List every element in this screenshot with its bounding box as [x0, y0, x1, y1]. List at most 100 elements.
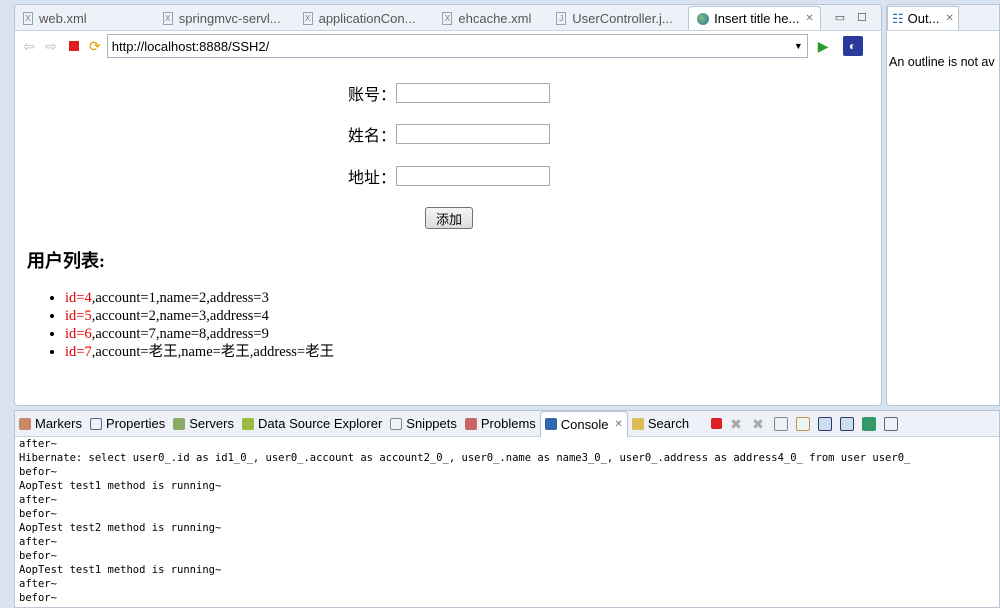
user-list-heading: 用户列表: [27, 251, 105, 271]
tab-snippets[interactable]: Snippets [386, 411, 461, 437]
console-line: after~ [19, 494, 57, 506]
tab-console[interactable]: Console ✕ [539, 411, 628, 437]
display-console-icon[interactable] [884, 416, 899, 431]
list-item: id=6,account=7,name=8,address=9 [65, 325, 334, 343]
show-stderr-icon[interactable] [840, 416, 855, 431]
eclipse-icon[interactable]: ◐ [842, 36, 863, 56]
console-line: after~ [19, 578, 57, 590]
tab-properties[interactable]: Properties [86, 411, 169, 437]
problems-icon [464, 417, 477, 430]
tab-servers[interactable]: Servers [169, 411, 238, 437]
search-icon [631, 417, 644, 430]
address-label: 地址： [347, 170, 396, 187]
browser-toolbar: ⇦ ⇨ ⟳ http://localhost:8888/SSH2/ ▼ ▶ ◐ [15, 31, 881, 61]
url-text: http://localhost:8888/SSH2/ [111, 38, 270, 54]
console-icon [544, 418, 557, 430]
clear-console-icon[interactable] [774, 416, 789, 431]
database-icon [242, 417, 254, 430]
console-line: AopTest test1 method is running~ [19, 480, 222, 492]
tab-browser[interactable]: Insert title he... ✕ [688, 6, 821, 30]
user-details: ,account=老王,name=老王,address=老王 [91, 344, 335, 360]
user-list: id=4,account=1,name=2,address=3 id=5,acc… [65, 289, 334, 361]
tab-label: web.xml [39, 10, 87, 26]
account-input[interactable] [396, 83, 550, 103]
console-line: after~ [19, 438, 57, 450]
tab-label: Search [647, 416, 690, 431]
xml-file-icon: X [442, 11, 453, 25]
tab-web-xml[interactable]: Xweb.xml [15, 6, 155, 30]
terminate-icon[interactable] [711, 418, 723, 429]
tab-search[interactable]: Search [628, 411, 693, 437]
account-label: 账号： [347, 87, 396, 104]
stop-icon[interactable] [69, 41, 79, 51]
remove-launch-icon[interactable]: ✖ [730, 417, 744, 431]
go-icon[interactable]: ▶ [818, 38, 829, 55]
tab-applicationcontext[interactable]: XapplicationCon... [295, 6, 435, 30]
maximize-icon[interactable]: ☐ [857, 11, 867, 24]
tab-problems[interactable]: Problems [461, 411, 540, 437]
name-input[interactable] [396, 124, 550, 144]
tab-label: Out... [907, 11, 940, 26]
address-input[interactable] [396, 166, 550, 186]
tab-label: Snippets [406, 416, 457, 431]
minimize-icon[interactable]: ▭ [835, 11, 845, 24]
refresh-icon[interactable]: ⟳ [89, 38, 101, 55]
remove-all-icon[interactable]: ✖ [752, 417, 766, 431]
forward-icon[interactable]: ⇨ [43, 38, 59, 55]
close-icon[interactable]: ✕ [805, 13, 813, 24]
tab-markers[interactable]: Markers [15, 411, 86, 437]
tab-label: Servers [189, 416, 234, 431]
browser-editor: Xweb.xml Xspringmvc-servl... Xapplicatio… [14, 4, 882, 406]
show-stdout-icon[interactable] [818, 416, 833, 431]
tab-label: ehcache.xml [458, 10, 532, 26]
properties-icon [89, 417, 102, 430]
user-details: ,account=2,name=3,address=4 [91, 308, 269, 324]
xml-file-icon: X [162, 11, 173, 25]
console-line: befor~ [19, 466, 57, 478]
editor-tab-bar: Xweb.xml Xspringmvc-servl... Xapplicatio… [15, 5, 881, 31]
xml-file-icon: X [302, 11, 313, 25]
url-field[interactable]: http://localhost:8888/SSH2/ ▼ [106, 34, 808, 58]
snippets-icon [390, 417, 403, 430]
outline-message: An outline is not av [889, 55, 995, 69]
list-item: id=7,account=老王,name=老王,address=老王 [65, 343, 334, 361]
scroll-lock-icon[interactable] [796, 416, 811, 431]
tab-label: applicationCon... [318, 10, 416, 26]
globe-icon [697, 12, 710, 25]
tab-springmvc[interactable]: Xspringmvc-servl... [155, 6, 295, 30]
tab-data-source-explorer[interactable]: Data Source Explorer [238, 411, 386, 437]
bottom-panel: Markers Properties Servers Data Source E… [14, 410, 1000, 608]
user-details: ,account=7,name=8,address=9 [91, 326, 269, 342]
console-line: AopTest test1 method is running~ [19, 564, 222, 576]
user-details: ,account=1,name=2,address=3 [91, 290, 269, 306]
tab-label: Console [560, 416, 609, 432]
console-line: AopTest test2 method is running~ [19, 522, 222, 534]
web-page: 账号： 姓名： 地址： 添加 用户列表: id=4,account=1,name… [15, 61, 881, 405]
user-id: id=5 [65, 308, 92, 324]
dropdown-icon[interactable]: ▼ [794, 41, 803, 51]
user-id: id=7 [65, 344, 92, 360]
close-icon[interactable]: ✕ [615, 419, 623, 430]
servers-icon [173, 417, 186, 430]
tab-outline[interactable]: ☷ Out... ✕ [887, 6, 959, 30]
tab-ehcache[interactable]: Xehcache.xml [434, 6, 548, 30]
tab-label: Problems [480, 416, 536, 431]
back-icon[interactable]: ⇦ [21, 38, 37, 55]
add-button[interactable]: 添加 [425, 207, 473, 229]
java-file-icon: J [556, 11, 567, 25]
tab-label: Insert title he... [714, 11, 800, 26]
tab-label: springmvc-servl... [178, 10, 281, 26]
bottom-tab-bar: Markers Properties Servers Data Source E… [15, 411, 999, 437]
console-output[interactable]: after~ Hibernate: select user0_.id as id1… [15, 437, 999, 605]
tab-label: Markers [35, 416, 82, 431]
list-item: id=4,account=1,name=2,address=3 [65, 289, 334, 307]
name-label: 姓名： [347, 128, 396, 145]
tab-label: Data Source Explorer [258, 416, 383, 431]
outline-icon: ☷ [892, 10, 904, 26]
xml-file-icon: X [23, 11, 33, 25]
outline-panel: ☷ Out... ✕ An outline is not av [886, 4, 1000, 406]
console-line: befor~ [19, 508, 57, 520]
pin-console-icon[interactable] [862, 416, 877, 431]
close-icon[interactable]: ✕ [945, 13, 953, 24]
tab-usercontroller[interactable]: J UserController.j... [548, 6, 688, 30]
